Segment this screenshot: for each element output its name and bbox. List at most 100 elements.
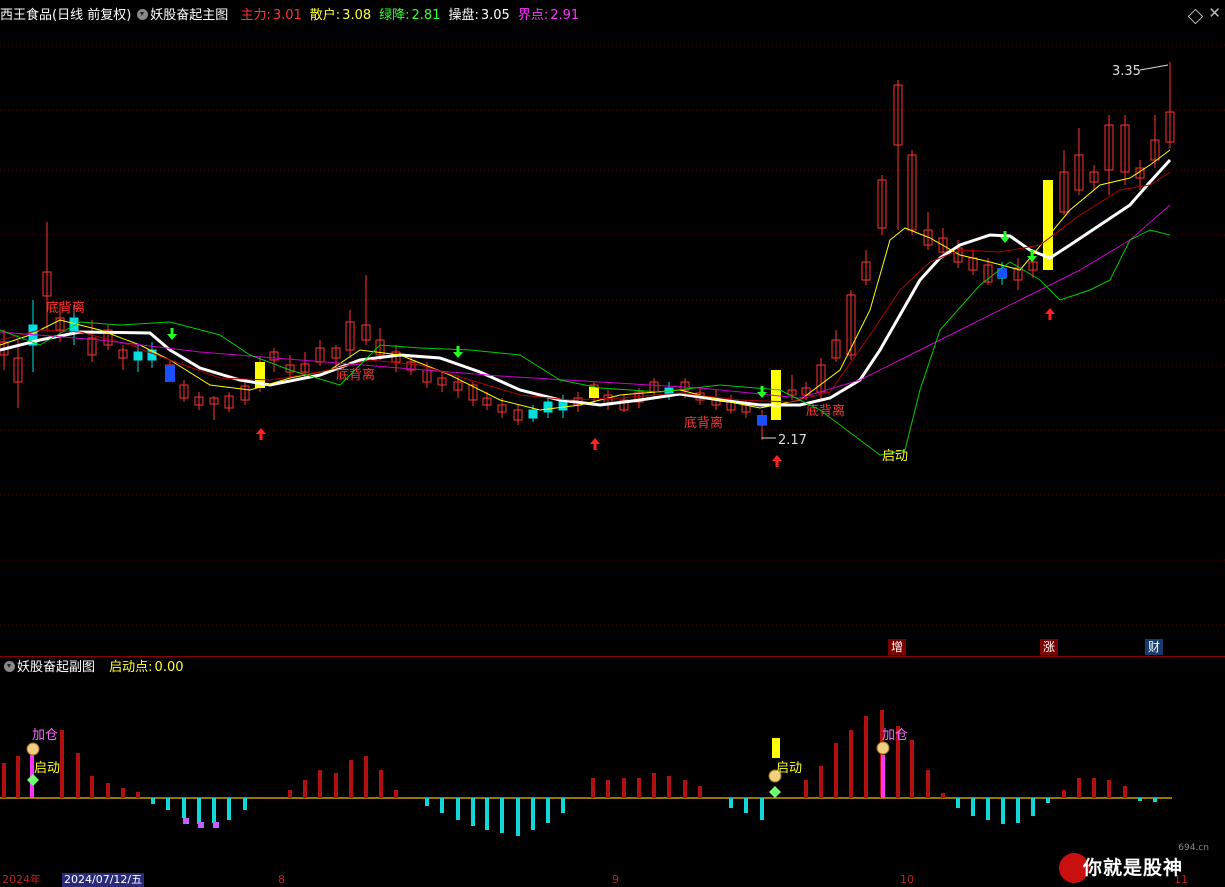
indicator-label: 界点:: [517, 8, 549, 23]
watermark-url: 694.cn: [1178, 843, 1209, 853]
sub-annotation-start: 启动: [34, 761, 60, 776]
signal-candle: [165, 365, 175, 382]
main-indicator-name[interactable]: 妖股奋起主图: [150, 8, 228, 23]
annotation-divergence: 底背离: [684, 415, 723, 431]
histogram-bar: [76, 753, 80, 798]
histogram-bar: [516, 798, 520, 836]
histogram-bar: [166, 798, 170, 810]
max-price-label: 3.35: [1112, 64, 1141, 79]
histogram-bar: [804, 780, 808, 798]
candle-body: [133, 351, 143, 361]
close-icon[interactable]: ✕: [1208, 4, 1221, 22]
histogram-bar: [971, 798, 975, 816]
tag-finance[interactable]: 财: [1145, 639, 1164, 655]
grid-lines: [0, 44, 1225, 626]
max-pointer-line: [1139, 64, 1169, 71]
histogram-bar: [606, 780, 610, 798]
histogram-bar: [500, 798, 504, 833]
histogram-bar: [652, 773, 656, 798]
histogram-bar: [1016, 798, 1020, 823]
histogram-bar: [1138, 798, 1142, 801]
annotation-divergence: 底背离: [46, 300, 85, 316]
start-point-label: 启动点:: [109, 660, 153, 675]
tag-rise[interactable]: 涨: [1040, 639, 1059, 655]
histogram-bar: [910, 740, 914, 798]
histogram-bar: [379, 770, 383, 798]
date-month-8: 8: [278, 873, 285, 886]
money-bag-icon: [26, 742, 40, 756]
histogram-bar: [2, 763, 6, 798]
histogram-bar: [106, 783, 110, 798]
indicator-value: 2.81: [411, 8, 441, 23]
sub-signal-pillar: [881, 755, 885, 798]
histogram-bar: [864, 716, 868, 798]
indicator-value: 3.01: [272, 8, 302, 23]
histogram-bar: [956, 798, 960, 808]
moving-average-lines: [0, 149, 1172, 456]
histogram-bar: [349, 760, 353, 798]
sub-annotation-start: 启动: [776, 761, 802, 776]
buy-arrow-icon: [590, 438, 600, 450]
buy-arrow-icon: [1045, 308, 1055, 320]
histogram-bar: [1062, 790, 1066, 798]
histogram-bar: [440, 798, 444, 813]
sub-signal-pillar: [772, 738, 780, 758]
histogram-bar: [394, 790, 398, 798]
histogram-bar: [941, 793, 945, 798]
pane-divider: [0, 656, 1225, 657]
histogram-bar: [683, 780, 687, 798]
dropdown-circle-icon[interactable]: [4, 661, 15, 672]
sub-dot: [183, 818, 189, 824]
histogram-bar: [197, 798, 201, 824]
histogram-bar: [637, 778, 641, 798]
indicator-value: 2.91: [550, 8, 580, 23]
indicator-values: 主力: 3.01 散户: 3.08 绿降: 2.81 操盘: 3.05 界点: 2.91: [234, 8, 581, 23]
histogram-bar: [485, 798, 489, 830]
dropdown-circle-icon[interactable]: [137, 9, 149, 20]
histogram-bar: [121, 788, 125, 798]
indicator-label: 散户:: [309, 8, 341, 23]
buy-arrow-icon: [772, 455, 782, 467]
histogram-bar: [227, 798, 231, 820]
sub-annotation-add: 加仓: [32, 728, 58, 743]
signal-candle: [757, 415, 767, 425]
histogram-bar: [531, 798, 535, 830]
date-year: 2024年: [2, 873, 41, 886]
candle-body: [543, 401, 553, 413]
indicator-value: 3.08: [342, 8, 372, 23]
candle-body: [528, 409, 538, 419]
date-selected[interactable]: 2024/07/12/五: [62, 873, 145, 887]
histogram-bar: [1046, 798, 1050, 803]
watermark: 694.cn 你就是股神: [1059, 843, 1219, 883]
histogram-bar: [834, 743, 838, 798]
date-axis: 2024年 2024/07/12/五 8 9 10 11: [0, 873, 1225, 887]
indicator-value: 3.05: [480, 8, 510, 23]
histogram-bar: [698, 786, 702, 798]
histogram-bar: [546, 798, 550, 823]
sub-indicator-histogram: [0, 710, 1172, 836]
main-chart-header: 西王食品(日线 前复权) 妖股奋起主图 主力: 3.01 散户: 3.08 绿降: 2.81…: [0, 6, 583, 26]
stock-title[interactable]: 西王食品(日线 前复权): [0, 8, 131, 23]
histogram-bar: [1123, 786, 1127, 798]
histogram-bar: [1092, 778, 1096, 798]
sell-arrow-icon: [453, 346, 463, 358]
indicator-label: 操盘:: [448, 8, 479, 23]
annotation-divergence: 底背离: [336, 367, 375, 383]
price-chart[interactable]: 底背离 底背离 底背离 底背离 启动 3.35 2.17 加仓 启动 启动 加仓: [0, 0, 1225, 887]
chart-annotations: 底背离 底背离 底背离 底背离 启动 3.35 2.17 加仓 启动 启动 加仓: [32, 64, 1141, 776]
histogram-bar: [1107, 780, 1111, 798]
histogram-bar: [243, 798, 247, 810]
sub-chart-header: 妖股奋起副图 启动点: 0.00: [0, 658, 186, 678]
sub-dot: [213, 822, 219, 828]
money-bag-icon: [876, 741, 890, 755]
min-price-label: 2.17: [778, 433, 807, 448]
histogram-bar: [318, 770, 322, 798]
sub-indicator-name[interactable]: 妖股奋起副图: [17, 660, 95, 675]
annotation-divergence: 底背离: [806, 403, 845, 419]
start-diamond-icon: [769, 786, 781, 798]
signal-candle: [997, 268, 1007, 278]
histogram-bar: [986, 798, 990, 820]
sell-arrow-icon: [1000, 231, 1010, 243]
tag-increase[interactable]: 增: [888, 639, 907, 655]
indicator-label: 绿降:: [379, 8, 410, 23]
